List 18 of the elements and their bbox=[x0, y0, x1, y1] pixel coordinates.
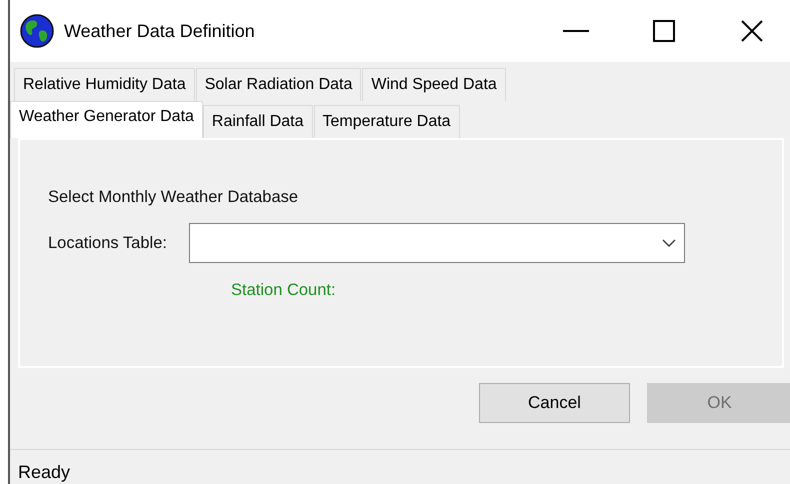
tab[interactable]: Weather Generator Data bbox=[10, 101, 203, 138]
locations-dropdown[interactable] bbox=[188, 223, 685, 263]
station-count-label: Station Count: bbox=[231, 281, 337, 300]
dialog-button[interactable]: Cancel bbox=[479, 383, 630, 423]
minimize-icon bbox=[563, 30, 589, 32]
chevron-down-icon bbox=[662, 239, 676, 247]
field-label: Locations Table: bbox=[48, 234, 167, 252]
tab[interactable]: Temperature Data bbox=[314, 105, 460, 138]
tab[interactable]: Wind Speed Data bbox=[362, 68, 506, 101]
tab[interactable]: Relative Humidity Data bbox=[14, 68, 195, 101]
maximize-icon bbox=[653, 20, 675, 42]
window-title: Weather Data Definition bbox=[64, 20, 256, 42]
tab[interactable]: Rainfall Data bbox=[202, 105, 313, 138]
globe-icon bbox=[20, 14, 54, 48]
close-icon bbox=[740, 19, 764, 43]
tab[interactable]: Solar Radiation Data bbox=[196, 68, 362, 101]
status-text: Ready bbox=[17, 461, 72, 483]
section-heading: Select Monthly Weather Database bbox=[48, 188, 300, 207]
